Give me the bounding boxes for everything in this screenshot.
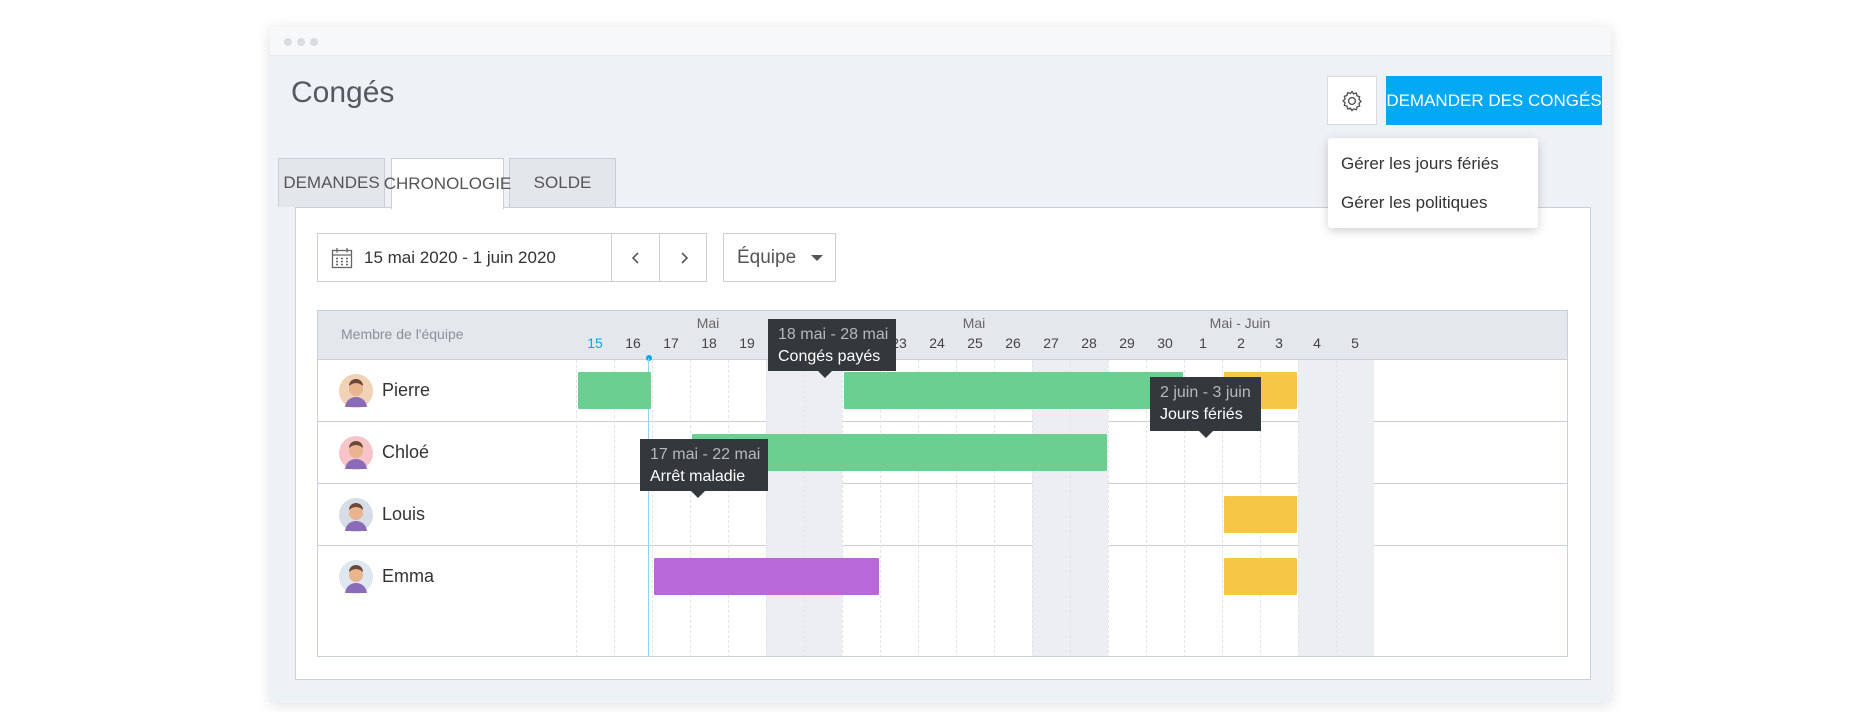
leave-bar[interactable] [844, 372, 1183, 409]
date-range-field[interactable]: 15 mai 2020 - 1 juin 2020 [318, 234, 611, 281]
calendar-icon [330, 246, 354, 270]
day-label: 27 [1043, 335, 1059, 351]
tooltip-arrow [691, 491, 705, 498]
avatar [339, 560, 373, 594]
day-label: 16 [625, 335, 641, 351]
team-filter-label: Équipe [737, 246, 797, 268]
day-gridline [766, 360, 767, 656]
weekend-column [1298, 360, 1336, 656]
avatar [339, 374, 373, 408]
day-gridline [842, 360, 843, 656]
member-column-header: Membre de l'équipe [341, 326, 464, 342]
tooltip-type: Congés payés [778, 348, 881, 365]
window-dot [284, 38, 292, 46]
settings-dropdown: Gérer les jours fériés Gérer les politiq… [1328, 138, 1538, 228]
day-label: 5 [1351, 335, 1359, 351]
tooltip-dates: 17 mai - 22 mai [650, 446, 761, 463]
leave-tooltip: 17 mai - 22 mai Arrêt maladie [640, 439, 768, 498]
next-period-button[interactable] [659, 234, 708, 281]
day-label: 29 [1119, 335, 1135, 351]
day-label: 4 [1313, 335, 1321, 351]
window-titlebar [270, 27, 1611, 56]
caret-down-icon [811, 255, 823, 261]
page-title: Congés [291, 76, 395, 109]
team-filter-select[interactable]: Équipe [723, 233, 836, 282]
tooltip-dates: 18 mai - 28 mai [778, 326, 889, 343]
day-label: 30 [1157, 335, 1173, 351]
date-range-picker: 15 mai 2020 - 1 juin 2020 [317, 233, 707, 282]
tab-solde[interactable]: SOLDE [509, 158, 616, 207]
weekend-column [1336, 360, 1374, 656]
day-label: 17 [663, 335, 679, 351]
day-gridline [1336, 360, 1337, 656]
tooltip-type: Arrêt maladie [650, 468, 746, 485]
timeline-header: Membre de l'équipe Mai Mai Mai - Juin 15… [318, 311, 1567, 360]
avatar [339, 498, 373, 532]
member-name: Louis [382, 504, 426, 524]
day-label: 19 [739, 335, 755, 351]
day-label: 26 [1005, 335, 1021, 351]
day-label: 1 [1199, 335, 1207, 351]
manage-holidays-item[interactable]: Gérer les jours fériés [1328, 144, 1538, 183]
avatar [339, 436, 373, 470]
gear-icon [1342, 89, 1362, 112]
member-row: Emma [318, 546, 1567, 608]
leave-tooltip: 18 mai - 28 mai Congés payés [768, 319, 896, 378]
tooltip-dates: 2 juin - 3 juin [1160, 384, 1251, 401]
member-name: Emma [382, 566, 435, 586]
day-gridline [576, 360, 577, 656]
tooltip-arrow [818, 371, 832, 378]
timeline-grid: Membre de l'équipe Mai Mai Mai - Juin 15… [317, 310, 1568, 657]
day-label: 2 [1237, 335, 1245, 351]
weekend-column [804, 360, 842, 656]
date-range-text: 15 mai 2020 - 1 juin 2020 [364, 247, 556, 267]
timeline-panel: 15 mai 2020 - 1 juin 2020 Équipe Membre … [295, 207, 1591, 680]
month-label: Mai [696, 315, 720, 331]
member-name: Pierre [382, 380, 431, 400]
tab-demandes[interactable]: DEMANDES [278, 158, 385, 207]
day-gridline [804, 360, 805, 656]
manage-policies-item[interactable]: Gérer les politiques [1328, 183, 1538, 222]
day-label: 18 [701, 335, 717, 351]
day-label: 25 [967, 335, 983, 351]
member-row: Louis [318, 484, 1567, 546]
month-label: Mai - Juin [1209, 315, 1271, 331]
day-label: 28 [1081, 335, 1097, 351]
tooltip-arrow [1199, 431, 1213, 438]
month-label: Mai [962, 315, 986, 331]
window-dot [310, 38, 318, 46]
leave-bar[interactable] [1224, 496, 1297, 533]
member-name: Chloé [382, 442, 430, 462]
leave-bar[interactable] [578, 372, 651, 409]
day-gridline [1298, 360, 1299, 656]
day-gridline [690, 360, 691, 656]
app-window: Congés DEMANDER DES CONGÉS Gérer les jou… [270, 27, 1611, 703]
tooltip-type: Jours fériés [1160, 406, 1243, 423]
request-leave-button[interactable]: DEMANDER DES CONGÉS [1386, 76, 1602, 125]
tab-chronologie[interactable]: CHRONOLOGIE [384, 158, 511, 209]
day-gridline [652, 360, 653, 656]
leave-bar[interactable] [1224, 558, 1297, 595]
day-label: 3 [1275, 335, 1283, 351]
day-gridline [728, 360, 729, 656]
weekend-column [766, 360, 804, 656]
window-dot [297, 38, 305, 46]
day-label: 15 [587, 335, 603, 351]
prev-period-button[interactable] [611, 234, 660, 281]
leave-tooltip: 2 juin - 3 juin Jours fériés [1150, 377, 1261, 438]
day-label: 24 [929, 335, 945, 351]
chevron-right-icon [681, 251, 689, 264]
leave-bar[interactable] [654, 558, 879, 595]
settings-button[interactable] [1327, 76, 1377, 125]
chevron-left-icon [631, 251, 639, 264]
